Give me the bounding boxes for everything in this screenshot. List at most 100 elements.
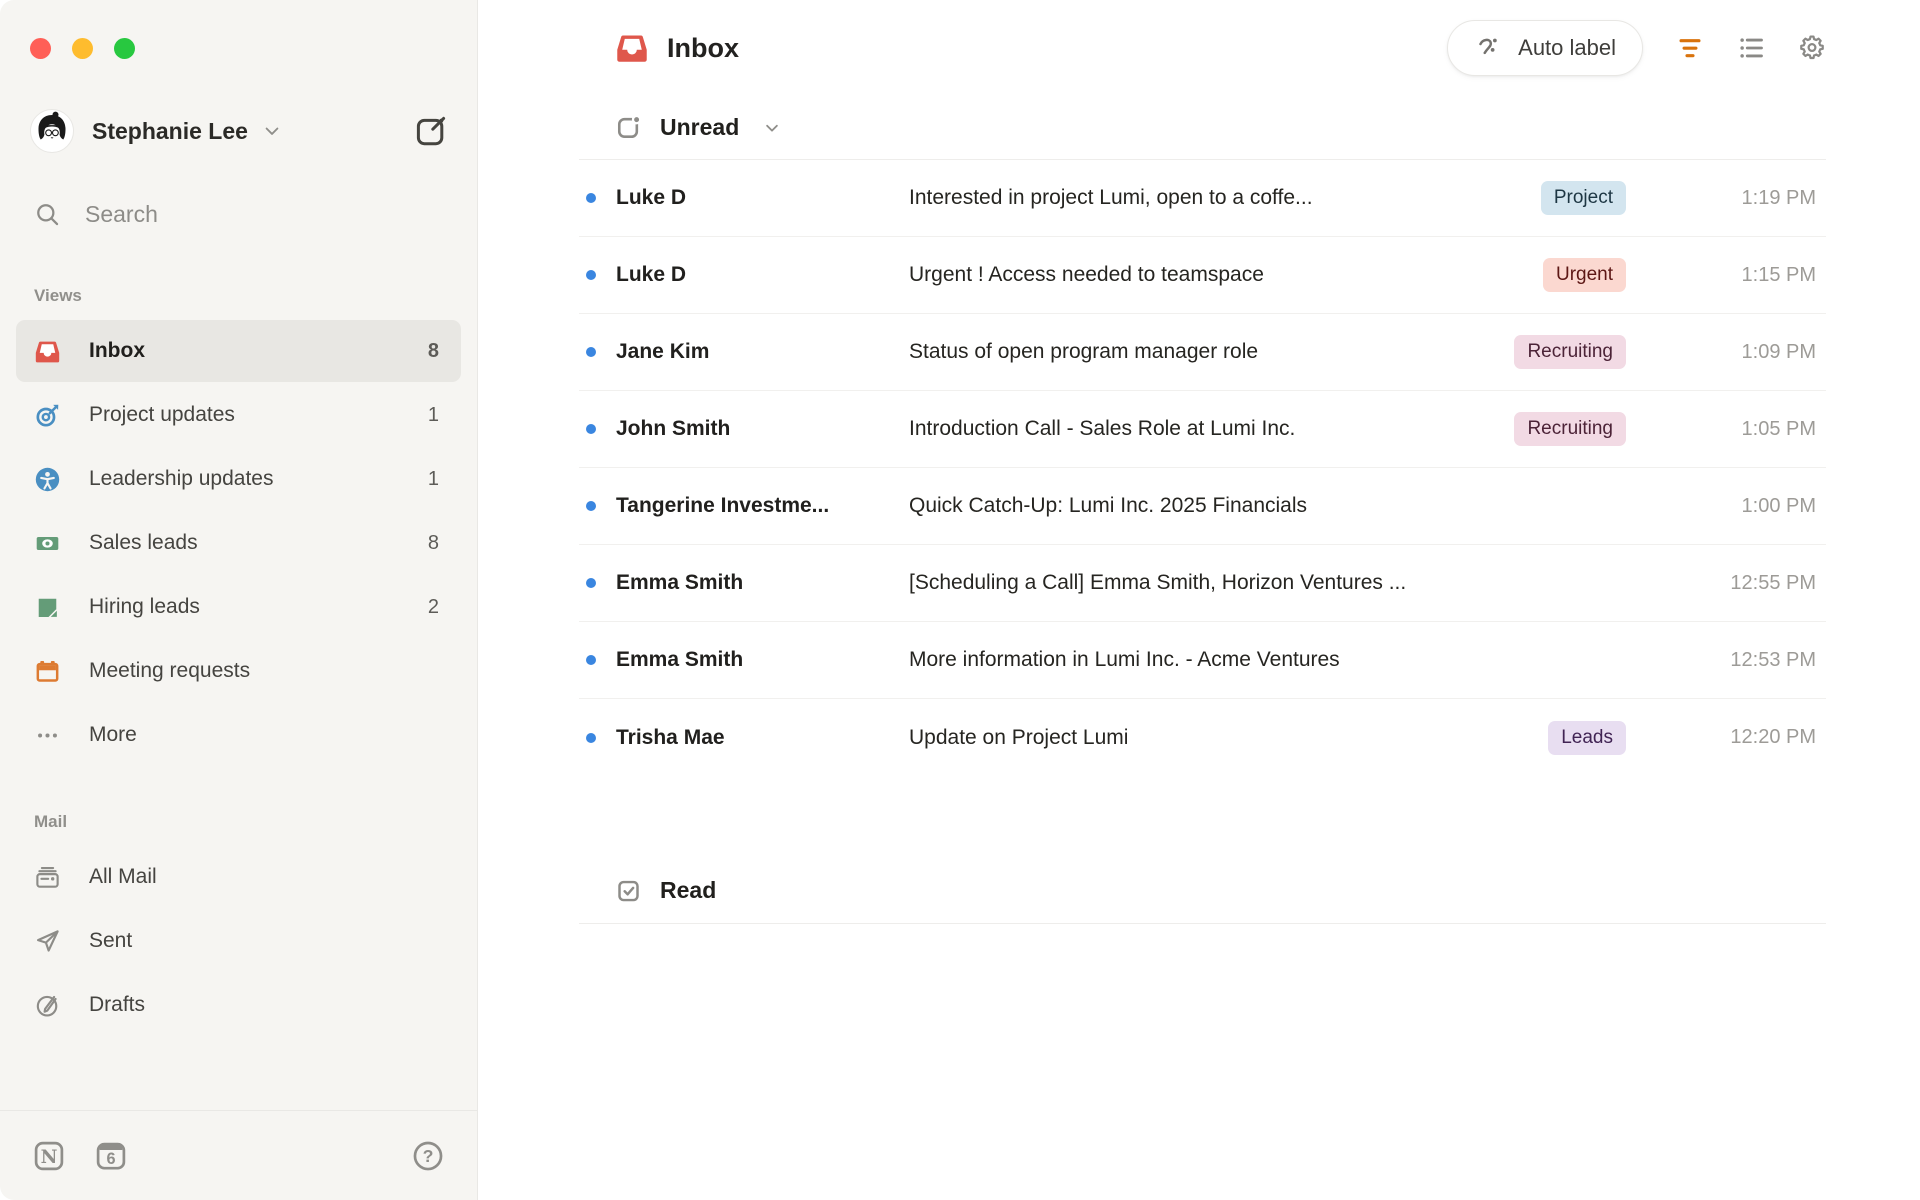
magic-wand-icon — [1474, 33, 1504, 63]
email-sender: Luke D — [616, 263, 687, 286]
unread-section-header[interactable]: Unread — [579, 96, 1826, 160]
mail-section-label: Mail — [34, 812, 68, 831]
email-tag[interactable]: Project — [1540, 181, 1626, 215]
auto-label-button-label: Auto label — [1518, 35, 1616, 60]
sidebar-item-all-mail[interactable]: All Mail — [16, 846, 461, 908]
email-subject: [Scheduling a Call] Emma Smith, Horizon … — [909, 571, 1407, 594]
search-placeholder: Search — [85, 201, 158, 227]
sidebar-item-label: Leadership updates — [89, 467, 274, 490]
checkbox-checked-icon — [615, 877, 642, 904]
unread-dot-icon — [586, 578, 596, 588]
email-time: 12:20 PM — [1730, 726, 1816, 748]
close-window-button[interactable] — [30, 38, 51, 59]
unread-count-badge: 8 — [427, 531, 439, 554]
email-row[interactable]: Trisha Mae Update on Project Lumi Leads … — [579, 699, 1826, 776]
all-mail-icon — [34, 864, 61, 891]
compose-button[interactable] — [413, 113, 449, 149]
sidebar-item-project-updates[interactable]: Project updates 1 — [16, 384, 461, 446]
email-subject: Interested in project Lumi, open to a co… — [909, 186, 1313, 209]
sidebar-item-drafts[interactable]: Drafts — [16, 974, 461, 1036]
unread-dot-icon — [586, 655, 596, 665]
unread-dot-icon — [586, 732, 596, 743]
inbox-icon — [615, 31, 649, 65]
minimize-window-button[interactable] — [72, 38, 93, 59]
user-name: Stephanie Lee — [92, 117, 248, 144]
unread-square-badge-icon — [615, 114, 642, 141]
filter-icon[interactable] — [1676, 34, 1704, 62]
email-row[interactable]: Tangerine Investme... Quick Catch-Up: Lu… — [579, 468, 1826, 545]
email-row[interactable]: Emma Smith More information in Lumi Inc.… — [579, 622, 1826, 699]
calendar-icon — [34, 658, 61, 685]
svg-text:?: ? — [423, 1146, 434, 1166]
views-section-label: Views — [34, 286, 82, 305]
email-time: 12:55 PM — [1730, 571, 1816, 594]
email-tag[interactable]: Recruiting — [1514, 335, 1626, 369]
email-row[interactable]: Luke D Interested in project Lumi, open … — [579, 160, 1826, 237]
ellipsis-icon — [34, 722, 61, 749]
sidebar-item-label: Project updates — [89, 403, 235, 426]
email-row[interactable]: John Smith Introduction Call - Sales Rol… — [579, 391, 1826, 468]
email-sender: Luke D — [616, 186, 687, 209]
sidebar-item-label: Inbox — [89, 339, 145, 362]
sidebar-item-leadership-updates[interactable]: Leadership updates 1 — [16, 448, 461, 510]
email-subject: Urgent ! Access needed to teamspace — [909, 263, 1264, 286]
banknote-icon — [34, 530, 61, 557]
list-view-icon[interactable] — [1737, 34, 1765, 62]
email-row[interactable]: Jane Kim Status of open program manager … — [579, 314, 1826, 391]
email-tag[interactable]: Urgent — [1542, 258, 1626, 292]
email-tag[interactable]: Leads — [1548, 720, 1626, 755]
settings-gear-icon[interactable] — [1798, 34, 1826, 62]
email-row[interactable]: Luke D Urgent ! Access needed to teamspa… — [579, 237, 1826, 314]
sidebar-item-label: Sent — [89, 929, 133, 952]
unread-count-badge: 2 — [427, 595, 439, 618]
chevron-down-icon — [262, 121, 282, 141]
draft-icon — [34, 992, 61, 1019]
email-subject: Update on Project Lumi — [909, 725, 1129, 749]
email-subject: Status of open program manager role — [909, 340, 1259, 363]
auto-label-button[interactable]: Auto label — [1447, 20, 1643, 76]
send-icon — [34, 928, 61, 955]
sidebar-item-sent[interactable]: Sent — [16, 910, 461, 972]
email-time: 12:53 PM — [1730, 648, 1816, 671]
help-icon[interactable]: ? — [411, 1139, 445, 1173]
sidebar-item-label: Meeting requests — [89, 659, 251, 682]
person-icon — [34, 466, 61, 493]
avatar — [30, 109, 74, 153]
unread-dot-icon — [586, 424, 596, 434]
views-nav: Inbox 8 Project updates 1 Leadership upd… — [0, 320, 477, 768]
account-switcher[interactable]: Stephanie Lee — [30, 109, 449, 153]
unread-count-badge: 1 — [427, 403, 439, 426]
email-sender: Jane Kim — [616, 340, 710, 363]
sidebar-item-label: Drafts — [89, 993, 146, 1016]
email-sender: Emma Smith — [616, 571, 744, 594]
sidebar-item-label: Sales leads — [89, 531, 198, 554]
email-tag[interactable]: Recruiting — [1514, 412, 1626, 446]
search-icon — [34, 201, 61, 228]
notion-app-icon[interactable]: N — [32, 1139, 66, 1173]
sidebar-item-hiring-leads[interactable]: Hiring leads 2 — [16, 576, 461, 638]
read-section-header[interactable]: Read — [579, 858, 1826, 924]
sidebar: Stephanie Lee Search Views Inbox 8 Proje… — [0, 0, 478, 1200]
zoom-window-button[interactable] — [114, 38, 135, 59]
sidebar-footer: N 6 ? — [0, 1110, 477, 1200]
email-time: 1:05 PM — [1741, 417, 1816, 440]
window-controls — [0, 0, 477, 59]
sidebar-item-meeting-requests[interactable]: Meeting requests — [16, 640, 461, 702]
target-icon — [34, 402, 61, 429]
note-icon — [34, 594, 61, 621]
sidebar-item-inbox[interactable]: Inbox 8 — [16, 320, 461, 382]
email-sender: Tangerine Investme... — [616, 494, 830, 517]
search-input[interactable]: Search — [34, 201, 447, 228]
sidebar-item-more[interactable]: More — [16, 704, 461, 766]
chevron-down-icon — [763, 119, 781, 137]
email-time: 1:09 PM — [1741, 340, 1816, 363]
svg-text:6: 6 — [106, 1149, 115, 1167]
unread-dot-icon — [586, 501, 596, 511]
email-subject: More information in Lumi Inc. - Acme Ven… — [909, 648, 1340, 671]
inbox-icon — [34, 338, 61, 365]
email-row[interactable]: Emma Smith [Scheduling a Call] Emma Smit… — [579, 545, 1826, 622]
email-sender: Trisha Mae — [616, 725, 725, 749]
sidebar-item-sales-leads[interactable]: Sales leads 8 — [16, 512, 461, 574]
notion-calendar-app-icon[interactable]: 6 — [94, 1139, 128, 1173]
unread-dot-icon — [586, 193, 596, 203]
